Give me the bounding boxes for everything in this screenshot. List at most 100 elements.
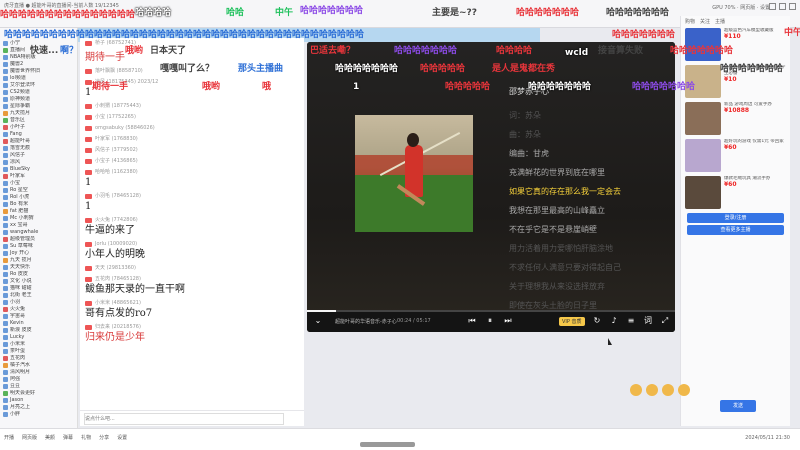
- sidebar-item[interactable]: 小宁: [0, 40, 77, 47]
- product-card[interactable]: 白金大牌卡 平价数码周边 大学生必备 ¥10: [681, 63, 790, 100]
- next-track-button[interactable]: ⏭: [503, 316, 513, 326]
- sidebar-item[interactable]: CS2频道: [0, 89, 77, 96]
- sidebar-item[interactable]: 宇宙哥: [0, 313, 77, 320]
- shopping-tab[interactable]: 关注: [700, 18, 710, 25]
- chat-user[interactable]: 小宝子 (4136865): [85, 158, 299, 165]
- toolbar-item[interactable]: 礼物: [81, 434, 91, 441]
- sidebar-item[interactable]: NBA特别版: [0, 54, 77, 61]
- product-card[interactable]: 超级蓝色汽车模型收藏版 ¥110: [681, 26, 790, 63]
- sidebar-item[interactable]: Kevin: [0, 320, 77, 327]
- chat-user[interactable]: 风信子 (3779502): [85, 147, 299, 154]
- sidebar-item[interactable]: 小宝: [0, 180, 77, 187]
- sidebar-item[interactable]: 五花肉: [0, 355, 77, 362]
- chat-user[interactable]: 天天 (29813360): [85, 265, 299, 272]
- toolbar-item[interactable]: 弹幕: [63, 434, 73, 441]
- vip-quality-badge[interactable]: VIP 音质: [559, 317, 585, 326]
- toolbar-item[interactable]: 网页版: [22, 434, 37, 441]
- login-button[interactable]: 登录/注册: [687, 213, 784, 223]
- sidebar-item[interactable]: 艾尔登法环: [0, 82, 77, 89]
- sidebar-item[interactable]: 清风明月: [0, 369, 77, 376]
- chat-user[interactable]: 落叶飘飘 (8858710): [85, 68, 299, 75]
- sidebar-item[interactable]: 小羽: [0, 299, 77, 306]
- sidebar-item[interactable]: 超能叶哥: [0, 138, 77, 145]
- sidebar-item[interactable]: 橘子汽水: [0, 362, 77, 369]
- chevron-down-icon[interactable]: ⌄: [313, 316, 323, 326]
- sidebar-item[interactable]: 落雪无痕: [0, 145, 77, 152]
- sidebar-item[interactable]: 月亮之上: [0, 404, 77, 411]
- sidebar-item[interactable]: 直播间: [0, 47, 77, 54]
- product-card[interactable]: 新品 游戏周边 可爱手办 ¥10888: [681, 100, 790, 137]
- sidebar-item[interactable]: 明天会更好: [0, 390, 77, 397]
- chat-user[interactable]: 叶家军 (1768830): [85, 136, 299, 143]
- sidebar-item[interactable]: 音乐区: [0, 117, 77, 124]
- chat-user[interactable]: Jorlu (10009020): [85, 241, 299, 248]
- sidebar-item[interactable]: 风信子: [0, 152, 77, 159]
- toolbar-item[interactable]: 分享: [99, 434, 109, 441]
- sidebar-item[interactable]: wangwhale: [0, 229, 77, 236]
- more-streamers-button[interactable]: 查看更多主播: [687, 225, 784, 235]
- sidebar-item[interactable]: Joy 开心: [0, 250, 77, 257]
- sidebar-item[interactable]: 火火兔: [0, 306, 77, 313]
- chat-user[interactable]: 归去来 (20218576): [85, 324, 299, 331]
- chat-user[interactable]: 五花肉 (78465128): [85, 276, 299, 283]
- progress-bar[interactable]: [307, 310, 675, 312]
- sidebar-item[interactable]: 小叶子: [0, 124, 77, 131]
- sidebar-item[interactable]: Su 草莓味: [0, 243, 77, 250]
- sidebar-item[interactable]: 小胖: [0, 411, 77, 418]
- sidebar-item[interactable]: 豆豆: [0, 383, 77, 390]
- toolbar-item[interactable]: 美颜: [45, 434, 55, 441]
- sidebar-item[interactable]: 叶家军: [0, 173, 77, 180]
- sidebar-item[interactable]: 猫咪 甜甜: [0, 285, 77, 292]
- chat-user[interactable]: 火火兔 (7742806): [85, 217, 299, 224]
- sidebar-item[interactable]: BlueSky: [0, 166, 77, 173]
- chat-user[interactable]: 小羽毛 (78465128): [85, 193, 299, 200]
- sidebar-item[interactable]: 魔兽2: [0, 61, 77, 68]
- product-card[interactable]: 爆款毛绒玩具 潮流手办 ¥60: [681, 174, 790, 211]
- sidebar-item[interactable]: xx 宝哥: [0, 222, 77, 229]
- chat-user[interactable]: 桥子 (68752741): [85, 40, 299, 47]
- chat-user[interactable]: omgsabuky (58846026): [85, 125, 299, 132]
- toolbar-item[interactable]: 设置: [117, 434, 127, 441]
- sidebar-item[interactable]: lol频道: [0, 75, 77, 82]
- loop-icon[interactable]: ↻: [592, 316, 602, 326]
- sidebar-item[interactable]: 小米米: [0, 341, 77, 348]
- sidebar-item[interactable]: Fang: [0, 131, 77, 138]
- chat-user[interactable]: 哈哈哈 (1162380): [85, 169, 299, 176]
- gift-icon[interactable]: [662, 384, 674, 396]
- previous-track-button[interactable]: ⏮: [467, 316, 477, 326]
- sidebar-item[interactable]: 凉风: [0, 159, 77, 166]
- maximize-button[interactable]: [779, 3, 786, 10]
- gift-icon[interactable]: [678, 384, 690, 396]
- volume-icon[interactable]: ♪: [609, 316, 619, 326]
- chat-user[interactable]: 小宝 (17752265): [85, 114, 299, 121]
- sidebar-item[interactable]: Rol 小虎: [0, 194, 77, 201]
- sidebar-item[interactable]: Lucky: [0, 334, 77, 341]
- pause-button[interactable]: ⏸: [485, 316, 495, 326]
- sidebar-item[interactable]: 文化 小说: [0, 278, 77, 285]
- shopping-tab[interactable]: 购物: [685, 18, 695, 25]
- sidebar-item[interactable]: 茶叶蛋: [0, 348, 77, 355]
- chat-input[interactable]: [84, 413, 284, 425]
- sidebar-item[interactable]: 九天 揽月: [0, 257, 77, 264]
- sidebar-item[interactable]: 北街 老王: [0, 292, 77, 299]
- fullscreen-icon[interactable]: ⤢: [660, 316, 670, 326]
- minimize-button[interactable]: [769, 3, 776, 10]
- sidebar-item[interactable]: 天天快乐: [0, 264, 77, 271]
- gift-icon[interactable]: [646, 384, 658, 396]
- scroll-indicator[interactable]: [360, 442, 415, 447]
- sidebar-item[interactable]: 九天揽月: [0, 110, 77, 117]
- lyrics-icon[interactable]: 词: [643, 316, 653, 326]
- sidebar-item[interactable]: Ro 星空: [0, 187, 77, 194]
- sidebar-item[interactable]: fat 肥猫: [0, 208, 77, 215]
- toolbar-item[interactable]: 开播: [4, 434, 14, 441]
- close-button[interactable]: [789, 3, 796, 10]
- playlist-icon[interactable]: ≡: [626, 316, 636, 326]
- sidebar-item[interactable]: 超级管理员: [0, 236, 77, 243]
- chat-user[interactable]: 小米米 (48865621): [85, 300, 299, 307]
- chat-user[interactable]: 小刺猬 (18775443): [85, 103, 299, 110]
- sidebar-item[interactable]: 星际争霸: [0, 103, 77, 110]
- gift-icon[interactable]: [630, 384, 642, 396]
- product-card[interactable]: 超好玩的游戏 仅需1元 带回家 ¥60: [681, 137, 790, 174]
- sidebar-item[interactable]: Jason: [0, 397, 77, 404]
- sidebar-item[interactable]: Bo 有米: [0, 201, 77, 208]
